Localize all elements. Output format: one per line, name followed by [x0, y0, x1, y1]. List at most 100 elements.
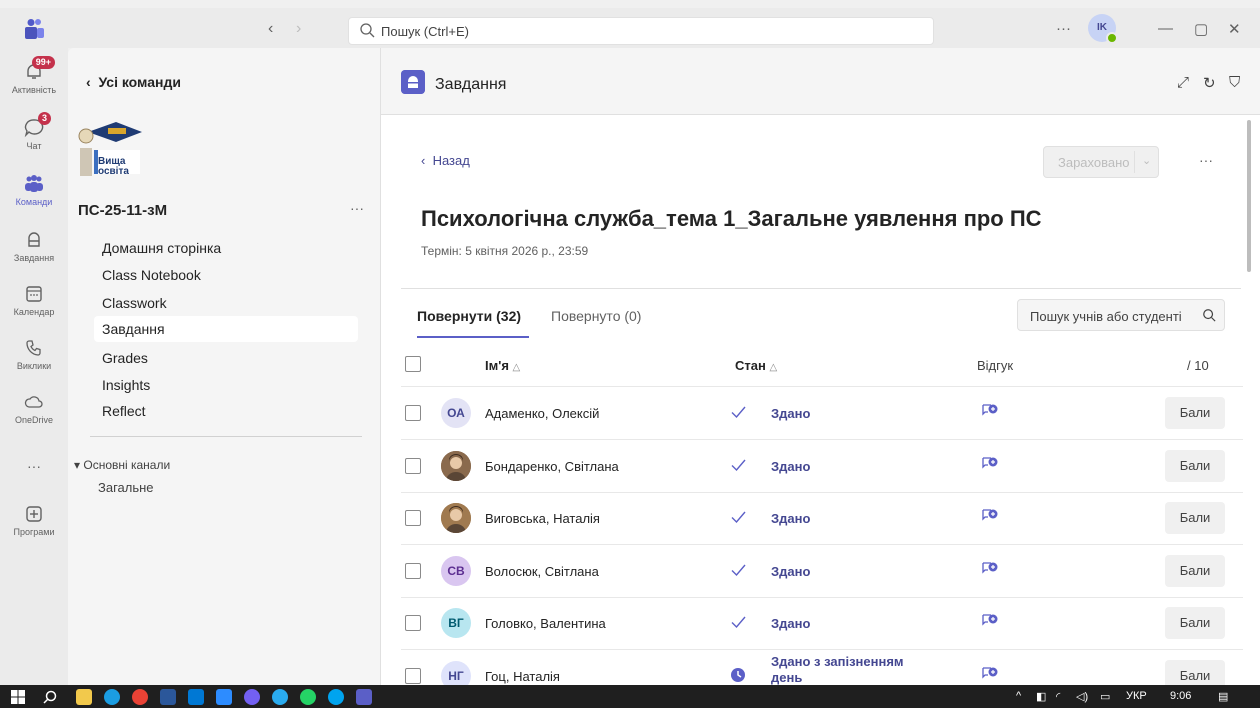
student-name[interactable]: Виговська, Наталія — [485, 511, 600, 526]
all-teams-back-link[interactable]: ‹ Усі команди — [86, 74, 181, 90]
tray-battery-icon[interactable]: ▭ — [1100, 690, 1110, 703]
teams-taskbar-icon[interactable] — [356, 689, 372, 705]
back-link[interactable]: ‹ Назад — [421, 153, 470, 168]
team-more-button[interactable]: ··· — [350, 200, 364, 216]
feedback-add-icon[interactable] — [979, 454, 999, 474]
row-checkbox[interactable] — [405, 562, 421, 579]
points-input[interactable]: Бали — [1165, 502, 1225, 534]
select-all-checkbox[interactable] — [405, 356, 421, 372]
phone-icon — [23, 338, 45, 358]
forward-nav-button[interactable]: › — [296, 20, 301, 38]
points-input[interactable]: Бали — [1165, 449, 1225, 482]
row-checkbox[interactable] — [405, 667, 421, 684]
points-input[interactable]: Бали — [1165, 607, 1225, 639]
minimize-button[interactable]: — — [1158, 20, 1173, 37]
global-search-input[interactable]: Пошук (Ctrl+E) — [348, 17, 934, 45]
row-checkbox[interactable] — [405, 615, 421, 631]
restore-button[interactable]: ▢ — [1194, 20, 1208, 38]
settings-more-button[interactable]: ··· — [1056, 20, 1071, 37]
row-checkbox[interactable] — [405, 510, 421, 526]
nav-reflect[interactable]: Reflect — [94, 398, 358, 424]
tray-wifi-icon[interactable]: ◜ — [1056, 690, 1060, 703]
column-name-header[interactable]: Ім'я △ — [485, 358, 520, 373]
row-checkbox[interactable] — [405, 405, 421, 421]
tray-network-icon[interactable]: ◧ — [1036, 690, 1046, 703]
checkmark-icon — [731, 564, 746, 576]
student-name[interactable]: Волосюк, Світлана — [485, 564, 599, 579]
nav-classwork[interactable]: Classwork — [94, 290, 358, 316]
more-options-button[interactable]: ··· — [1199, 152, 1213, 168]
viber-icon[interactable] — [244, 689, 260, 705]
expand-icon[interactable]: ⤢ — [1177, 74, 1189, 91]
profile-avatar[interactable]: IK — [1088, 14, 1118, 44]
shield-icon[interactable]: ⛉ — [1229, 74, 1240, 91]
scrollbar[interactable] — [1247, 120, 1251, 272]
student-row[interactable]: Бондаренко, Світлана Здано Бали — [381, 440, 1260, 492]
feedback-add-icon[interactable] — [979, 401, 999, 421]
student-avatar — [441, 450, 471, 481]
tray-chevron-up-icon[interactable]: ^ — [1016, 690, 1021, 702]
channel-general[interactable]: Загальне — [98, 480, 154, 495]
assignments-icon — [23, 230, 45, 250]
sort-icon: △ — [769, 362, 778, 373]
tab-returned[interactable]: Повернуто (0) — [551, 308, 641, 324]
row-checkbox[interactable] — [405, 457, 421, 474]
rail-apps[interactable]: Програми — [0, 504, 68, 537]
rail-activity[interactable]: 99+ Активність — [0, 56, 68, 95]
browser-icon[interactable] — [328, 689, 344, 705]
close-button[interactable]: ✕ — [1228, 20, 1241, 38]
rail-chat[interactable]: 3 Чат — [0, 112, 68, 151]
search-icon[interactable] — [42, 689, 58, 705]
whatsapp-icon[interactable] — [300, 689, 316, 705]
nav-class-notebook[interactable]: Class Notebook — [94, 262, 358, 288]
student-row[interactable]: СВ Волосюк, Світлана Здано Бали — [381, 545, 1260, 597]
feedback-add-icon[interactable] — [979, 506, 999, 526]
tray-clock[interactable]: 9:06 — [1170, 690, 1191, 702]
channels-header[interactable]: ▾ Основні канали — [74, 458, 170, 472]
student-name[interactable]: Адаменко, Олексій — [485, 406, 599, 421]
edge-icon[interactable] — [104, 689, 120, 705]
rail-onedrive[interactable]: OneDrive — [0, 392, 68, 425]
student-row[interactable]: Виговська, Наталія Здано Бали — [381, 492, 1260, 544]
rail-assignments[interactable]: Завдання — [0, 230, 68, 263]
graded-button[interactable]: Зараховано ⌄ — [1043, 146, 1159, 178]
points-input[interactable]: Бали — [1165, 397, 1225, 429]
student-name[interactable]: Головко, Валентина — [485, 616, 606, 631]
column-feedback-header: Відгук — [977, 358, 1014, 373]
refresh-icon[interactable]: ↻ — [1203, 74, 1216, 92]
student-name[interactable]: Бондаренко, Світлана — [485, 459, 619, 474]
column-status-header[interactable]: Стан △ — [735, 358, 777, 373]
word-icon[interactable] — [160, 689, 176, 705]
tray-volume-icon[interactable]: ◁) — [1076, 690, 1088, 703]
windows-start-icon[interactable] — [10, 689, 26, 705]
feedback-add-icon[interactable] — [979, 611, 999, 631]
nav-insights[interactable]: Insights — [94, 372, 358, 398]
assignment-title: Психологічна служба_тема 1_Загальне уявл… — [421, 206, 1042, 231]
feedback-add-icon[interactable] — [979, 664, 999, 684]
graded-label: Зараховано — [1058, 155, 1130, 170]
student-name[interactable]: Гоц, Наталія — [485, 669, 560, 684]
back-nav-button[interactable]: ‹ — [268, 20, 273, 38]
rail-more[interactable]: ··· — [0, 458, 68, 474]
rail-teams[interactable]: Команди — [0, 174, 68, 207]
points-input[interactable]: Бали — [1165, 554, 1225, 587]
feedback-add-icon[interactable] — [979, 559, 999, 579]
tab-to-return[interactable]: Повернути (32) — [417, 308, 521, 324]
rail-calendar[interactable]: Календар — [0, 284, 68, 317]
zoom-icon[interactable] — [216, 689, 232, 705]
nav-assignments[interactable]: Завдання — [94, 316, 358, 342]
telegram-icon[interactable] — [272, 689, 288, 705]
rail-calls[interactable]: Виклики — [0, 338, 68, 371]
nav-grades[interactable]: Grades — [94, 345, 358, 371]
nav-home[interactable]: Домашня сторінка — [94, 235, 358, 261]
rail-label: Календар — [13, 307, 55, 317]
skype-icon[interactable] — [188, 689, 204, 705]
clock-icon — [731, 667, 745, 682]
student-search-input[interactable]: Пошук учнів або студенті — [1017, 299, 1225, 331]
student-row[interactable]: ВГ Головко, Валентина Здано Бали — [381, 597, 1260, 649]
tray-language[interactable]: УКР — [1126, 690, 1147, 702]
notifications-icon[interactable]: ▤ — [1218, 690, 1228, 703]
file-explorer-icon[interactable] — [76, 689, 92, 705]
chrome-icon[interactable] — [132, 689, 148, 705]
student-row[interactable]: ОА Адаменко, Олексій Здано Бали — [381, 387, 1260, 439]
